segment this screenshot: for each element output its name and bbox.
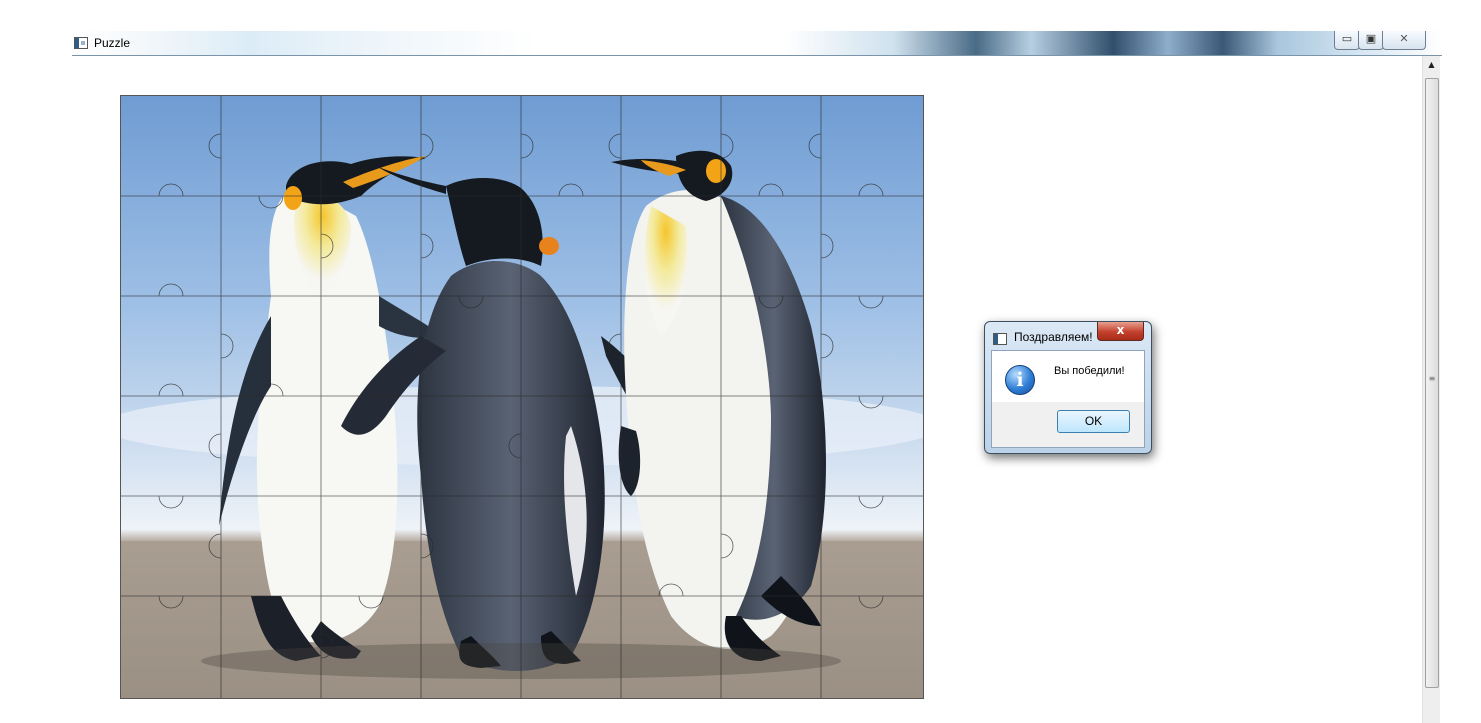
info-icon: i [1005,365,1035,395]
title-bar[interactable]: Puzzle ▭ ▣ ✕ [72,31,1442,56]
dialog-title: Поздравляем! [1014,330,1093,344]
dialog-footer: OK [992,402,1144,447]
ok-button[interactable]: OK [1057,410,1130,433]
dialog-app-icon [993,333,1007,345]
scroll-thumb[interactable]: ≡ [1425,78,1439,688]
window-title: Puzzle [94,36,131,50]
dialog-message: Вы победили! [1054,365,1125,377]
app-icon [74,37,88,49]
dialog-body: i Вы победили! OK [991,350,1145,448]
scroll-up-arrow[interactable]: ▲ [1423,56,1440,73]
message-dialog: Поздравляем! x i Вы победили! OK [984,321,1152,454]
minimize-button[interactable]: ▭ [1334,31,1360,50]
penguins-puzzle-image [121,96,923,698]
scroll-grip-icon: ≡ [1428,374,1436,383]
close-button[interactable]: ✕ [1382,31,1426,50]
maximize-button[interactable]: ▣ [1358,31,1384,50]
vertical-scrollbar[interactable]: ▲ ≡ [1422,56,1440,723]
puzzle-board[interactable] [120,95,924,699]
dialog-close-button[interactable]: x [1097,322,1144,341]
